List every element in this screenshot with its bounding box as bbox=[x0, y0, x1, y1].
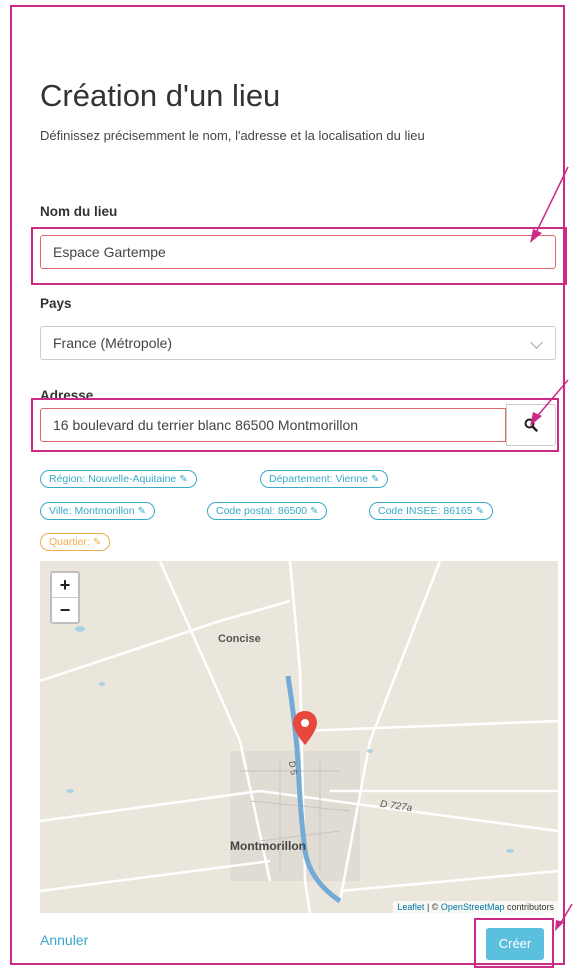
osm-link[interactable]: OpenStreetMap bbox=[441, 902, 505, 912]
zoom-in-button[interactable]: + bbox=[52, 573, 78, 598]
pencil-icon: ✎ bbox=[137, 506, 146, 517]
map-tiles bbox=[40, 561, 558, 913]
pencil-icon: ✎ bbox=[92, 537, 102, 548]
map-label-d5: D 5 bbox=[286, 760, 300, 776]
arrow-icon bbox=[555, 903, 573, 931]
pencil-icon: ✎ bbox=[475, 506, 484, 517]
tag-ville[interactable]: Ville: Montmorillon ✎ bbox=[40, 502, 155, 520]
arrow-icon bbox=[530, 379, 569, 426]
pencil-icon: ✎ bbox=[310, 506, 319, 517]
map-label-montmorillon: Montmorillon bbox=[230, 839, 306, 853]
zoom-control: + − bbox=[50, 571, 80, 624]
name-value: Espace Gartempe bbox=[53, 244, 166, 260]
country-value: France (Métropole) bbox=[53, 335, 173, 351]
create-button[interactable]: Créer bbox=[486, 928, 544, 960]
arrow-icon bbox=[530, 166, 569, 243]
zoom-out-button[interactable]: − bbox=[52, 598, 78, 622]
country-select[interactable]: France (Métropole) bbox=[40, 326, 556, 360]
map-label-concise: Concise bbox=[218, 633, 261, 645]
tag-departement[interactable]: Département: Vienne ✎ bbox=[260, 470, 389, 488]
map[interactable]: + − Concise Montmorillon D 5 D 727a Leaf… bbox=[40, 561, 558, 913]
tag-region[interactable]: Région: Nouvelle-Aquitaine ✎ bbox=[40, 470, 197, 488]
pencil-icon: ✎ bbox=[179, 474, 188, 485]
leaflet-link[interactable]: Leaflet bbox=[397, 902, 424, 912]
tag-quartier[interactable]: Quartier: ✎ bbox=[40, 533, 111, 551]
name-label: Nom du lieu bbox=[40, 204, 118, 219]
map-attribution: Leaflet | © OpenStreetMap contributors bbox=[393, 901, 558, 913]
chevron-down-icon bbox=[530, 336, 543, 349]
tag-code-insee[interactable]: Code INSEE: 86165 ✎ bbox=[369, 502, 493, 520]
name-field[interactable]: Espace Gartempe bbox=[40, 235, 556, 269]
cancel-link[interactable]: Annuler bbox=[40, 932, 88, 948]
pencil-icon: ✎ bbox=[371, 474, 380, 485]
tag-code-postal[interactable]: Code postal: 86500 ✎ bbox=[207, 502, 328, 520]
address-field[interactable]: 16 boulevard du terrier blanc 86500 Mont… bbox=[40, 408, 506, 442]
country-label: Pays bbox=[40, 296, 72, 311]
page-title: Création d'un lieu bbox=[40, 78, 281, 113]
address-value: 16 boulevard du terrier blanc 86500 Mont… bbox=[53, 417, 359, 433]
page-subtitle: Définissez précisemment le nom, l'adress… bbox=[40, 128, 425, 143]
